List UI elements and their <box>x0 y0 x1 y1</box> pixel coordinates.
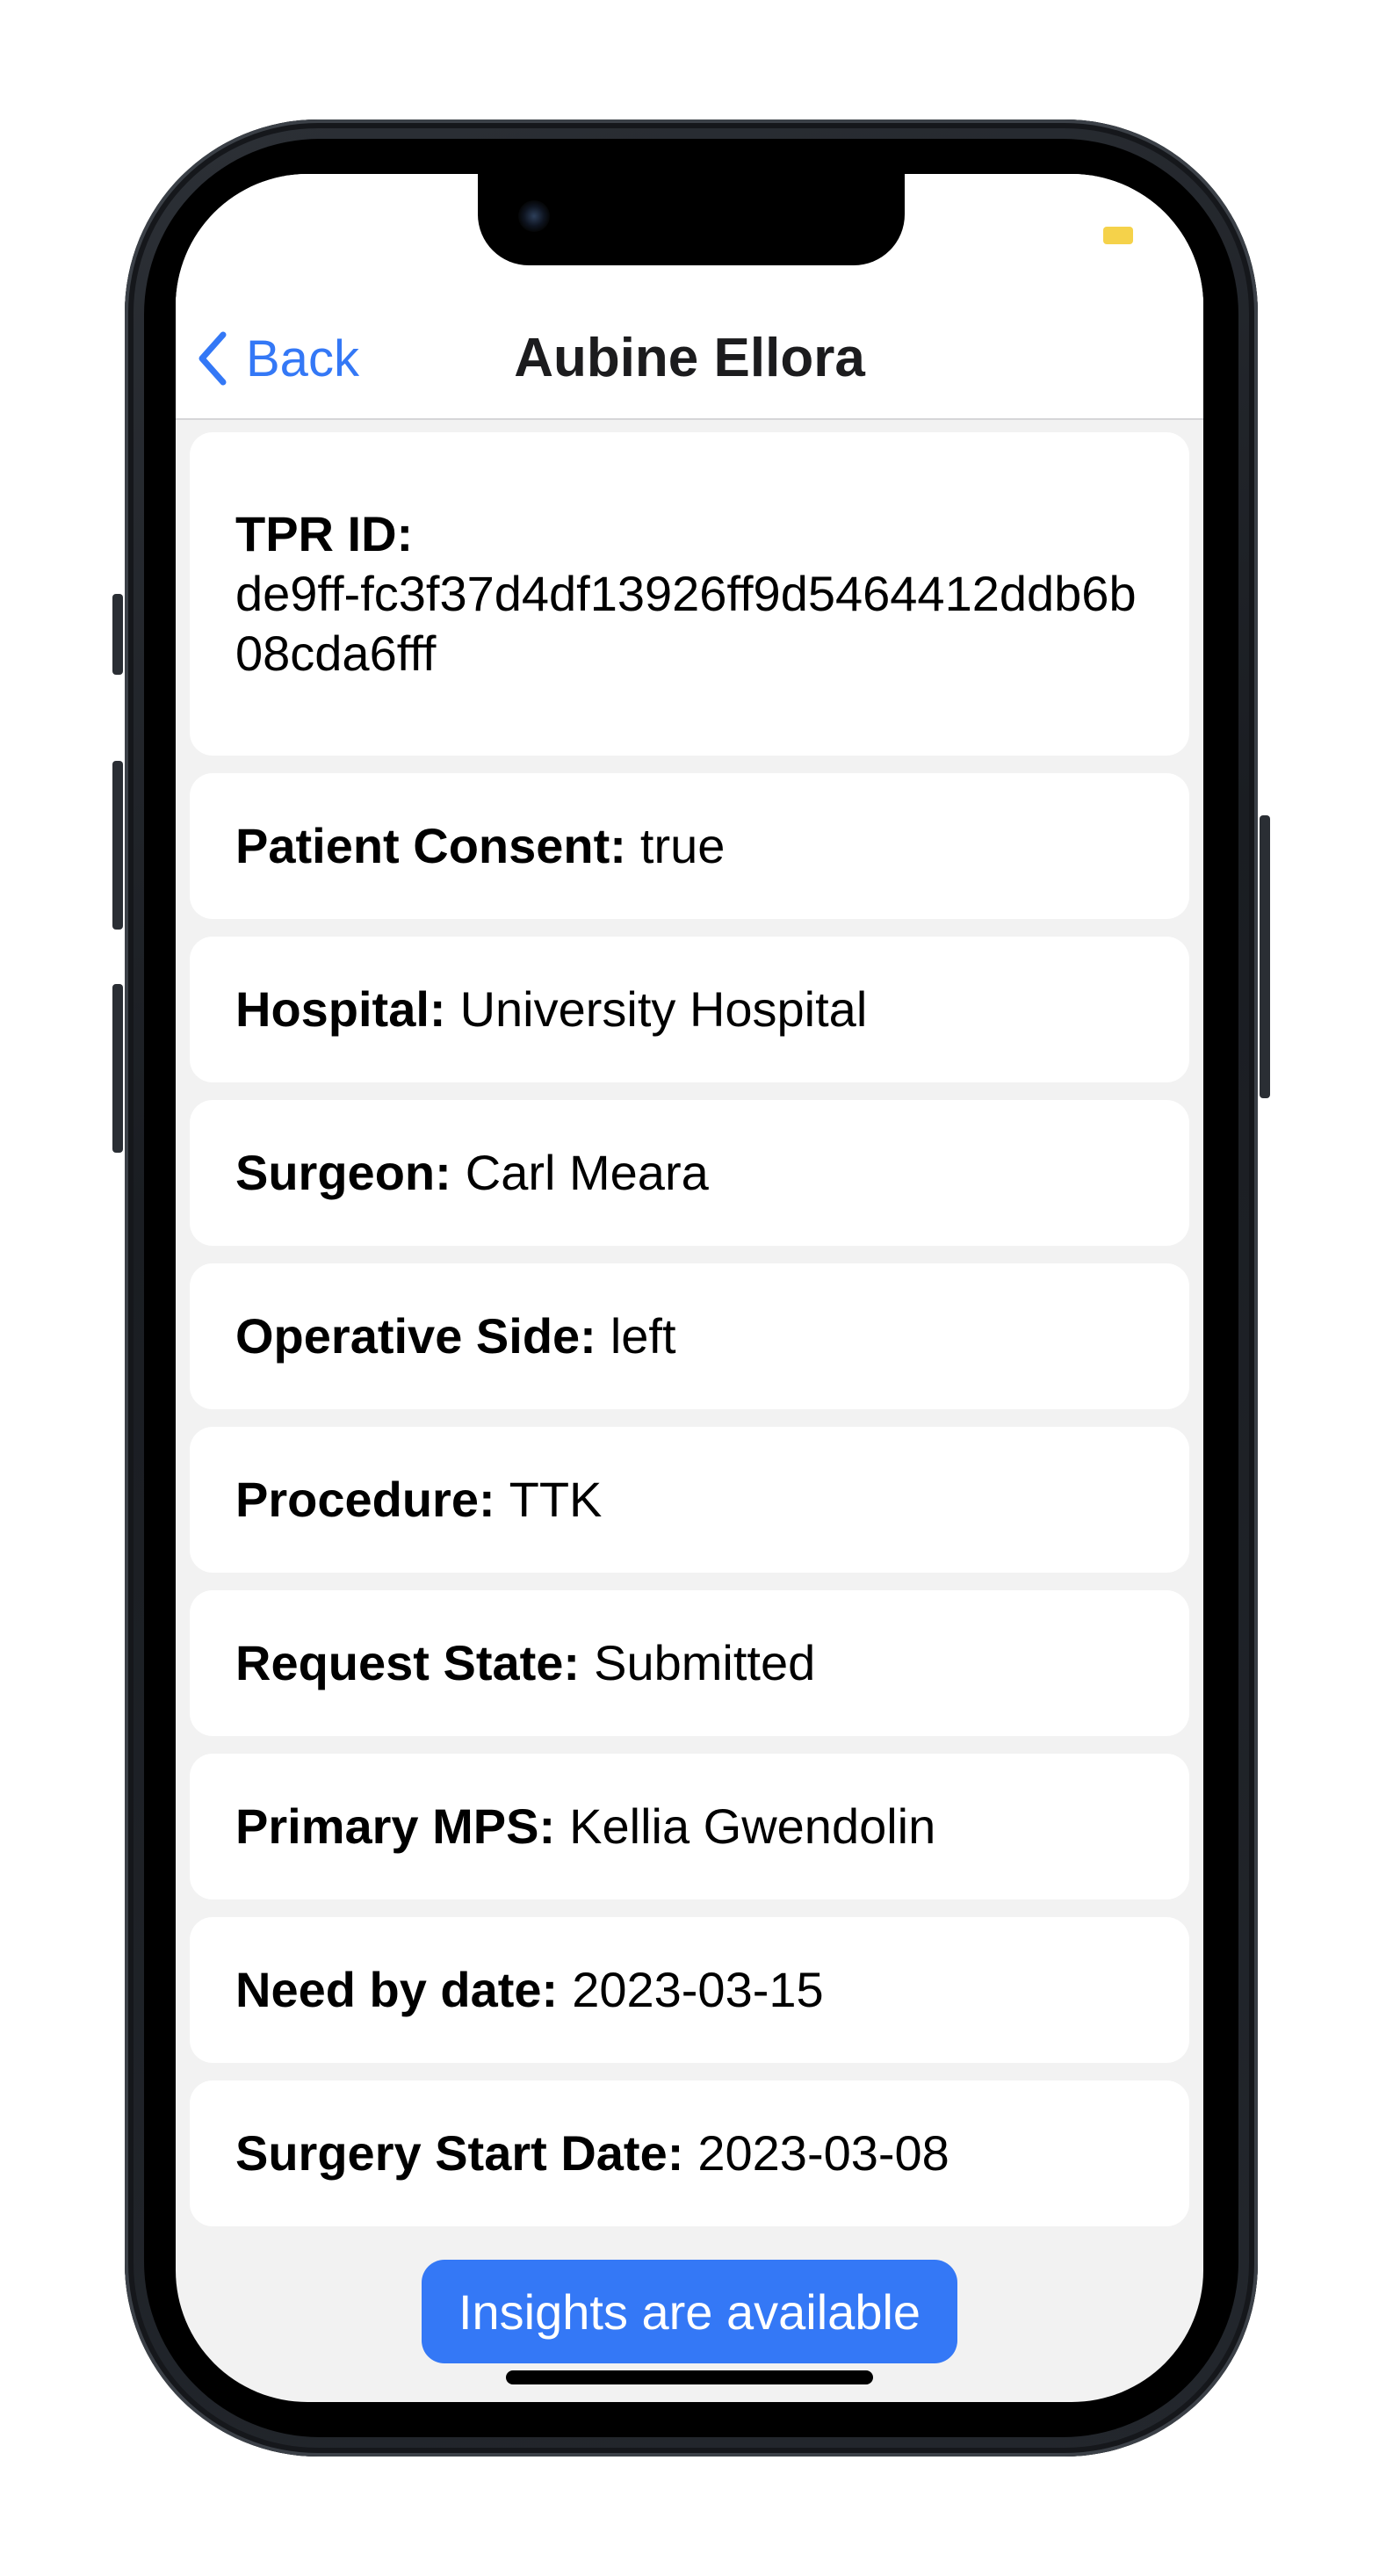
front-camera <box>518 200 550 232</box>
power-button <box>1260 815 1270 1098</box>
navigation-bar: Back Aubine Ellora <box>176 297 1203 420</box>
detail-card-surgeon: Surgeon: Carl Meara <box>190 1100 1189 1246</box>
app-screen: Back Aubine Ellora TPR ID: de9ff-fc3f37d… <box>176 174 1203 2402</box>
detail-card-hospital: Hospital: University Hospital <box>190 937 1189 1082</box>
page-title: Aubine Ellora <box>514 328 865 388</box>
silent-switch <box>112 594 123 675</box>
patient-consent-label: Patient Consent: <box>235 818 626 873</box>
hospital-value: University Hospital <box>459 981 868 1037</box>
detail-card-need-by-date: Need by date: 2023-03-15 <box>190 1917 1189 2063</box>
detail-card-operative-side: Operative Side: left <box>190 1263 1189 1409</box>
primary-mps-label: Primary MPS: <box>235 1798 556 1854</box>
request-state-value: Submitted <box>594 1635 816 1690</box>
tpr-id-label: TPR ID: <box>235 506 414 561</box>
battery-icon <box>1103 227 1133 244</box>
volume-down-button <box>112 984 123 1153</box>
detail-card-primary-mps: Primary MPS: Kellia Gwendolin <box>190 1754 1189 1899</box>
home-indicator[interactable] <box>506 2370 873 2384</box>
detail-card-surgery-start-date: Surgery Start Date: 2023-03-08 <box>190 2080 1189 2226</box>
volume-up-button <box>112 761 123 930</box>
detail-card-request-state: Request State: Submitted <box>190 1590 1189 1736</box>
surgery-start-date-label: Surgery Start Date: <box>235 2125 684 2181</box>
surgeon-label: Surgeon: <box>235 1145 451 1200</box>
detail-card-procedure: Procedure: TTK <box>190 1427 1189 1573</box>
need-by-date-value: 2023-03-15 <box>572 1962 824 2017</box>
tpr-id-value: de9ff-fc3f37d4df13926ff9d5464412ddb6b08c… <box>235 566 1137 681</box>
request-state-label: Request State: <box>235 1635 581 1690</box>
need-by-date-label: Need by date: <box>235 1962 559 2017</box>
surgeon-value: Carl Meara <box>465 1145 709 1200</box>
operative-side-value: left <box>610 1308 676 1364</box>
detail-card-tpr-id: TPR ID: de9ff-fc3f37d4df13926ff9d5464412… <box>190 432 1189 756</box>
procedure-label: Procedure: <box>235 1472 495 1527</box>
procedure-value: TTK <box>509 1472 603 1527</box>
surgery-start-date-value: 2023-03-08 <box>697 2125 949 2181</box>
detail-card-patient-consent: Patient Consent: true <box>190 773 1189 919</box>
hospital-label: Hospital: <box>235 981 446 1037</box>
insights-button[interactable]: Insights are available <box>422 2260 957 2363</box>
patient-consent-value: true <box>639 818 726 873</box>
operative-side-label: Operative Side: <box>235 1308 596 1364</box>
primary-mps-value: Kellia Gwendolin <box>569 1798 936 1854</box>
